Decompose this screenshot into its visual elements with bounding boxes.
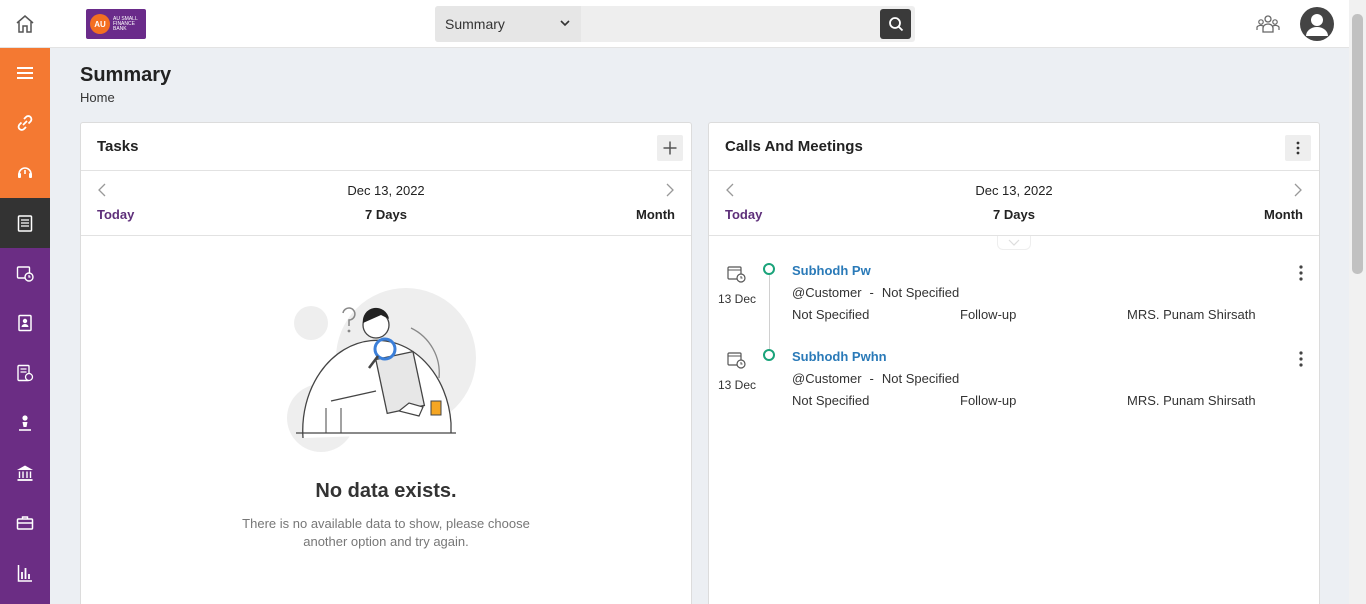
tasks-date-nav: Dec 13, 2022 Today 7 Days Month (81, 171, 691, 236)
empty-state-description: There is no available data to show, plea… (242, 516, 530, 549)
call-detail: Not Specified (792, 393, 870, 408)
contact-book-icon (18, 314, 32, 332)
sidebar-item-links[interactable] (0, 98, 50, 148)
call-detail: Not Specified (792, 307, 870, 322)
call-entity-type: @Customer (792, 285, 862, 300)
call-entity-detail: Not Specified (881, 371, 960, 386)
sidebar-item-bank[interactable] (0, 448, 50, 498)
chevron-right-icon[interactable] (1293, 183, 1303, 197)
call-date: 13 Dec (718, 378, 757, 392)
call-entity-detail: Not Specified (881, 285, 960, 300)
briefcase-icon (16, 516, 34, 530)
call-entity-separator: - (869, 285, 874, 300)
sidebar-item-reports[interactable] (0, 548, 50, 598)
timeline-dot (763, 263, 775, 275)
search-type-select[interactable]: Summary (435, 6, 581, 42)
calendar-clock-icon (16, 266, 34, 282)
sidebar-item-documents[interactable] (0, 348, 50, 398)
search-icon (888, 17, 903, 32)
chevron-right-icon[interactable] (665, 183, 675, 197)
call-entity: @Customer - Not Specified (792, 371, 959, 386)
team-icon[interactable] (1256, 13, 1280, 35)
home-button[interactable] (0, 0, 50, 48)
sidebar (0, 48, 50, 604)
top-bar: AU AU SMALL FINANCE BANK Summary (0, 0, 1349, 48)
tasks-title: Tasks (97, 138, 139, 155)
calendar-clock-icon (727, 266, 746, 283)
call-more-button[interactable] (1293, 349, 1309, 369)
calls-range-7-days[interactable]: 7 Days (709, 207, 1319, 222)
call-type: Follow-up (960, 307, 1017, 322)
calls-more-button[interactable] (1285, 135, 1311, 161)
person-icon (19, 415, 31, 431)
tasks-current-date: Dec 13, 2022 (347, 183, 425, 198)
calendar-clock-icon (727, 352, 746, 369)
call-entity-separator: - (869, 371, 874, 386)
search-type-value: Summary (445, 16, 505, 32)
calls-range-month[interactable]: Month (1264, 207, 1303, 222)
calls-panel-header: Calls And Meetings (709, 123, 1319, 171)
user-avatar-icon (1301, 8, 1333, 40)
link-icon (17, 115, 33, 131)
call-more-button[interactable] (1293, 263, 1309, 283)
more-vertical-icon (1299, 265, 1303, 281)
logo-mark: AU (90, 14, 110, 34)
add-task-button[interactable] (657, 135, 683, 161)
sidebar-item-calendar[interactable] (0, 248, 50, 298)
tasks-panel: Tasks Dec 13, 2022 Today 7 Days Month No… (80, 122, 692, 604)
sidebar-item-menu[interactable] (0, 48, 50, 98)
page-scrollbar[interactable] (1349, 0, 1366, 604)
tasks-panel-header: Tasks (81, 123, 691, 171)
sidebar-item-support[interactable] (0, 148, 50, 198)
sidebar-item-notes[interactable] (0, 198, 50, 248)
support-icon (18, 167, 32, 178)
menu-icon (17, 67, 33, 79)
tasks-range-7-days[interactable]: 7 Days (81, 207, 691, 222)
empty-state-title: No data exists. (315, 480, 457, 502)
call-contact-link[interactable]: Subhodh Pw (792, 263, 871, 278)
user-avatar[interactable] (1300, 7, 1334, 41)
sidebar-item-person[interactable] (0, 398, 50, 448)
scrollbar-thumb[interactable] (1352, 14, 1363, 274)
call-type: Follow-up (960, 393, 1017, 408)
search-button[interactable] (880, 9, 911, 39)
more-vertical-icon (1299, 351, 1303, 367)
calls-title: Calls And Meetings (725, 138, 863, 155)
call-owner: MRS. Punam Shirsath (1127, 393, 1256, 408)
timeline-dot (763, 349, 775, 361)
brand-logo[interactable]: AU AU SMALL FINANCE BANK (86, 9, 146, 39)
calls-current-date: Dec 13, 2022 (975, 183, 1053, 198)
call-contact-link[interactable]: Subhodh Pwhn (792, 349, 887, 364)
call-entity: @Customer - Not Specified (792, 285, 959, 300)
sidebar-item-briefcase[interactable] (0, 498, 50, 548)
document-icon (17, 364, 34, 382)
search-input[interactable] (581, 6, 879, 42)
home-icon (16, 15, 34, 33)
call-date: 13 Dec (718, 292, 757, 306)
logo-wordmark: AU SMALL FINANCE BANK (113, 15, 138, 32)
notes-icon (17, 215, 33, 232)
chevron-down-icon (560, 20, 570, 27)
call-owner: MRS. Punam Shirsath (1127, 307, 1256, 322)
chevron-down-icon (1008, 239, 1020, 246)
calls-meetings-panel: Calls And Meetings Dec 13, 2022 Today 7 … (708, 122, 1320, 604)
sidebar-item-contacts[interactable] (0, 298, 50, 348)
calls-date-nav: Dec 13, 2022 Today 7 Days Month (709, 171, 1319, 236)
more-vertical-icon (1296, 141, 1300, 155)
page-title: Summary (80, 64, 172, 86)
collapse-toggle[interactable] (997, 236, 1031, 250)
tasks-range-month[interactable]: Month (636, 207, 675, 222)
call-entity-type: @Customer (792, 371, 862, 386)
global-search: Summary (435, 6, 915, 42)
plus-icon (663, 141, 677, 155)
call-item[interactable]: 13 Dec Subhodh Pw @Customer - Not Specifie… (709, 263, 1319, 343)
call-item[interactable]: 13 Dec Subhodh Pwhn @Customer - Not Specif… (709, 349, 1319, 429)
breadcrumb-home[interactable]: Home (80, 90, 115, 105)
bar-chart-icon (17, 565, 32, 582)
bank-icon (17, 465, 33, 481)
empty-state-illustration (287, 288, 476, 452)
